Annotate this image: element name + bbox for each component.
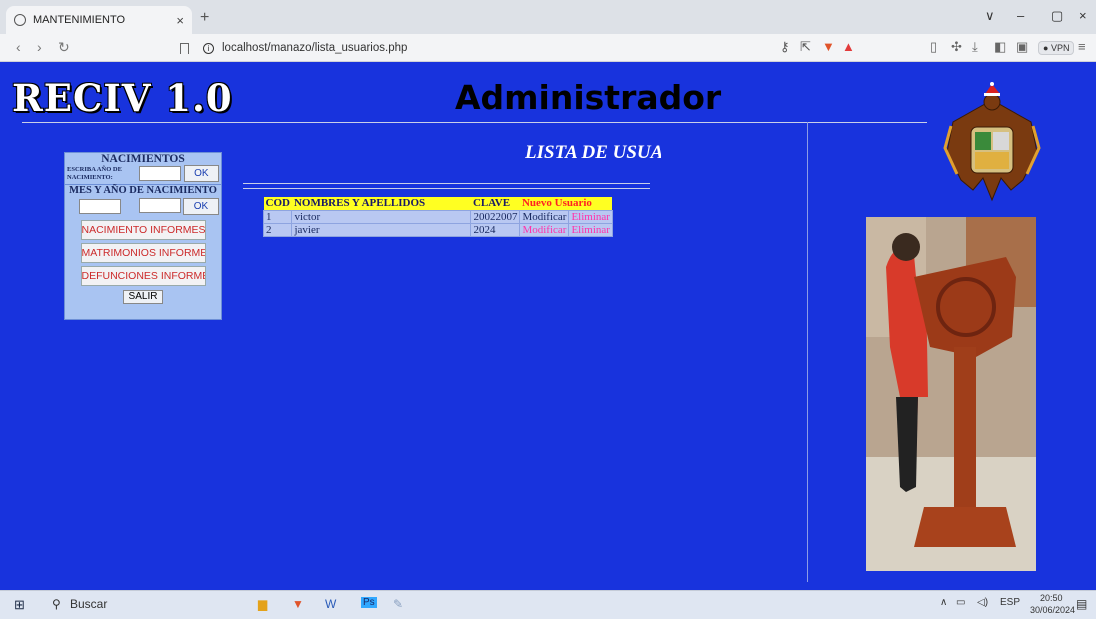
cell-name: victor bbox=[291, 209, 472, 224]
network-icon[interactable]: ▭ bbox=[956, 597, 965, 608]
close-window-button[interactable]: × bbox=[1079, 8, 1087, 23]
col-header-clave: CLAVE bbox=[470, 197, 520, 210]
extensions-icon[interactable]: ✣ bbox=[951, 39, 962, 55]
wallet-icon[interactable]: ▣ bbox=[1016, 39, 1028, 55]
notification-icon[interactable]: ▤ bbox=[1076, 597, 1087, 611]
crest-emblem bbox=[943, 82, 1041, 202]
brave-shield-icon[interactable]: ▼ bbox=[822, 39, 835, 54]
delete-link[interactable]: Eliminar bbox=[568, 209, 613, 224]
clock-date[interactable]: 30/06/2024 bbox=[1030, 605, 1075, 615]
address-bar[interactable]: i localhost/manazo/lista_usuarios.php bbox=[180, 37, 860, 59]
new-user-link[interactable]: Nuevo Usuario bbox=[519, 197, 613, 210]
cell-cod: 1 bbox=[262, 209, 293, 224]
maximize-button[interactable]: ▢ bbox=[1051, 8, 1063, 24]
modify-link[interactable]: Modificar bbox=[519, 222, 570, 237]
ok-button[interactable]: OK bbox=[183, 165, 219, 182]
paint-icon[interactable]: ✎ bbox=[393, 597, 403, 611]
delete-link[interactable]: Eliminar bbox=[568, 222, 613, 237]
browser-tab[interactable]: MANTENIMIENTO × bbox=[6, 6, 192, 34]
brave-browser-icon[interactable]: ▼ bbox=[292, 597, 304, 611]
page-title: Administrador bbox=[455, 78, 722, 117]
tab-close-button[interactable]: × bbox=[176, 13, 184, 28]
divider bbox=[243, 183, 650, 184]
sidebar-icon[interactable]: ◧ bbox=[994, 39, 1006, 55]
cell-cod: 2 bbox=[262, 222, 293, 237]
table-row: 1 victor 20022007 Modificar Eliminar bbox=[262, 209, 613, 224]
month-year-input[interactable] bbox=[139, 198, 181, 213]
browser-toolbar: ‹ › ↻ i localhost/manazo/lista_usuarios.… bbox=[0, 34, 1096, 62]
divider bbox=[807, 122, 808, 582]
volume-icon[interactable]: ◁) bbox=[977, 597, 988, 608]
divider bbox=[22, 122, 927, 123]
taskbar-search-label[interactable]: Buscar bbox=[70, 597, 107, 611]
modify-link[interactable]: Modificar bbox=[519, 209, 570, 224]
page-icon[interactable]: ▯ bbox=[930, 39, 937, 55]
windows-start-icon[interactable]: ⊞ bbox=[14, 597, 25, 613]
person-photo bbox=[866, 217, 1036, 571]
windows-taskbar: ⊞ ⚲ Buscar ▆ ▼ W Ps ✎ ∧ ▭ ◁) ESP 20:50 3… bbox=[0, 590, 1096, 619]
browser-tab-strip: MANTENIMIENTO × + ∨ – ▢ × bbox=[0, 0, 1096, 34]
users-table: COD NOMBRES Y APELLIDOS CLAVE Nuevo Usua… bbox=[262, 197, 613, 237]
cell-clave: 2024 bbox=[470, 222, 521, 237]
menu-icon[interactable]: ≡ bbox=[1078, 39, 1086, 54]
reload-icon[interactable]: ↻ bbox=[58, 39, 70, 56]
site-logo: RECIV 1.0 bbox=[12, 76, 233, 120]
minimize-button[interactable]: – bbox=[1017, 8, 1024, 23]
cell-clave: 20022007 bbox=[470, 209, 521, 224]
nacimiento-informes-button[interactable]: NACIMIENTO INFORMES bbox=[80, 220, 206, 240]
globe-icon bbox=[14, 14, 26, 26]
salir-button[interactable]: SALIR bbox=[123, 290, 163, 304]
info-icon[interactable]: i bbox=[203, 42, 214, 54]
defunciones-informes-button[interactable]: DEFUNCIONES INFORMES bbox=[80, 266, 206, 286]
tab-title: MANTENIMIENTO bbox=[33, 14, 126, 26]
page-body: RECIV 1.0 Administrador NACIMIENTOS ESCR… bbox=[0, 62, 1096, 590]
share-icon[interactable]: ⇱ bbox=[800, 39, 811, 55]
search-icon[interactable]: ⚲ bbox=[52, 597, 61, 611]
vpn-label: VPN bbox=[1050, 43, 1070, 53]
divider bbox=[243, 188, 650, 189]
ok-button[interactable]: OK bbox=[183, 198, 219, 215]
panel-heading: NACIMIENTOS bbox=[101, 153, 185, 165]
tab-search-icon[interactable]: ∨ bbox=[985, 8, 995, 24]
bookmark-icon[interactable] bbox=[180, 42, 189, 54]
year-field-label: ESCRIBA AÑO DE NACIMIENTO: bbox=[67, 165, 122, 181]
language-indicator[interactable]: ESP bbox=[1000, 597, 1020, 608]
key-icon[interactable]: ⚷ bbox=[780, 39, 790, 55]
cell-name: javier bbox=[291, 222, 472, 237]
year-input[interactable] bbox=[138, 166, 181, 181]
word-icon[interactable]: W bbox=[325, 597, 336, 611]
col-header-cod: COD bbox=[263, 197, 292, 210]
matrimonios-informes-button[interactable]: MATRIMONIOS INFORMES bbox=[80, 243, 206, 263]
tray-chevron-icon[interactable]: ∧ bbox=[940, 597, 947, 608]
list-title: LISTA DE USUARIOS bbox=[525, 142, 661, 163]
panel-subheading: MES Y AÑO DE NACIMIENTO bbox=[65, 184, 221, 196]
file-explorer-icon[interactable]: ▆ bbox=[258, 597, 267, 611]
photoshop-icon[interactable]: Ps bbox=[361, 597, 377, 608]
col-header-name: NOMBRES Y APELLIDOS bbox=[291, 197, 471, 210]
clock-time[interactable]: 20:50 bbox=[1040, 593, 1063, 603]
month-input[interactable] bbox=[79, 199, 121, 214]
url-text: localhost/manazo/lista_usuarios.php bbox=[222, 42, 408, 54]
back-icon[interactable]: ‹ bbox=[16, 39, 21, 55]
forward-icon[interactable]: › bbox=[37, 39, 42, 55]
new-tab-button[interactable]: + bbox=[200, 9, 209, 27]
table-row: 2 javier 2024 Modificar Eliminar bbox=[262, 222, 613, 237]
rewards-icon[interactable]: ▲ bbox=[842, 39, 855, 54]
nacimientos-panel: NACIMIENTOS ESCRIBA AÑO DE NACIMIENTO: O… bbox=[64, 152, 222, 320]
vpn-button[interactable]: ● VPN bbox=[1038, 41, 1075, 55]
download-icon[interactable]: ⤓ bbox=[972, 39, 978, 55]
